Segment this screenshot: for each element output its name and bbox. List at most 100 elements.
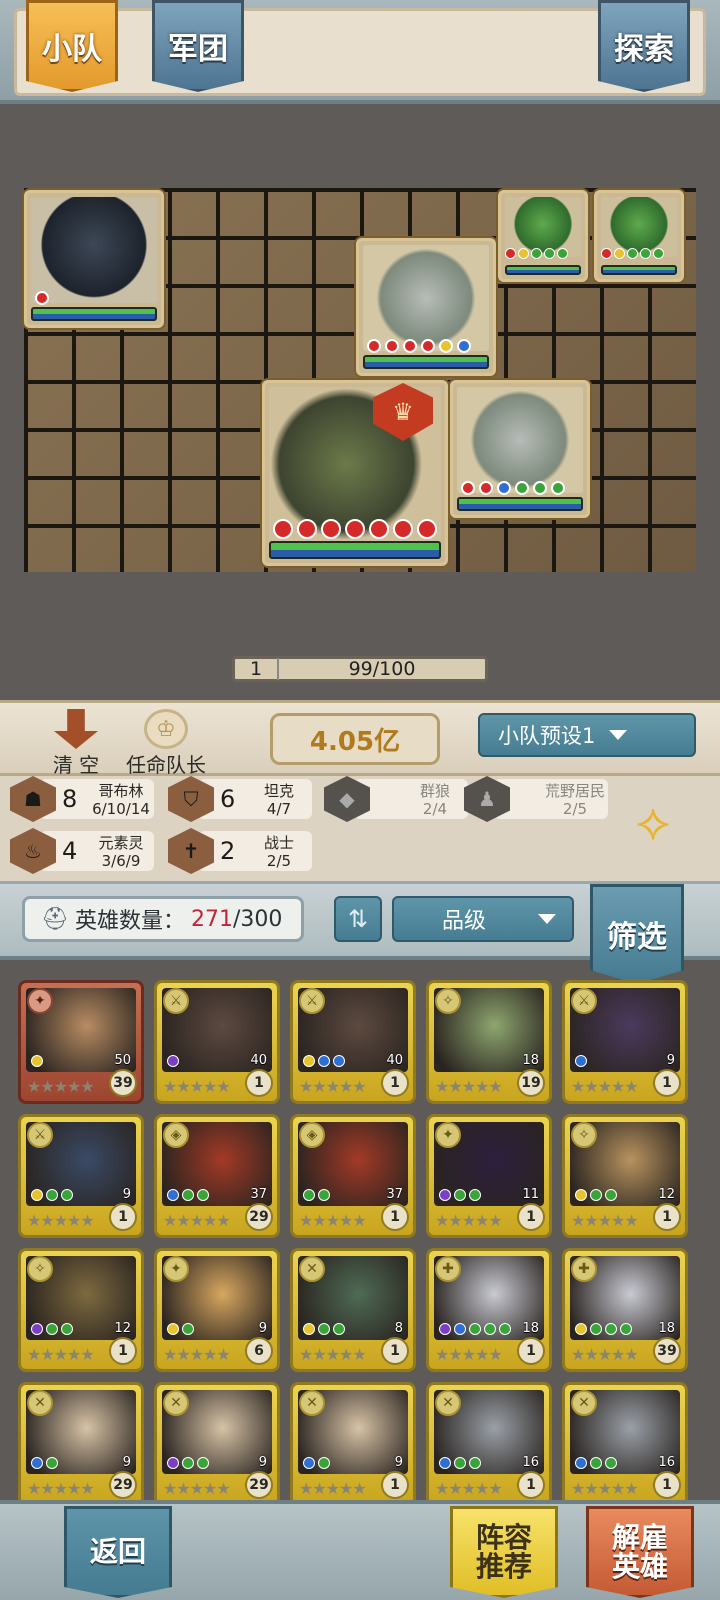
element-dot — [439, 1189, 451, 1201]
hero-card[interactable]: ⚔ 40 ★★★★★ 1 — [154, 980, 280, 1104]
hero-card[interactable]: ✕ 9 ★★★★★ 1 — [290, 1382, 416, 1506]
synergy-goblin[interactable]: ☗ 8 哥布林 6/10/14 — [10, 776, 156, 822]
grade-sort-dropdown[interactable]: 品级 — [392, 896, 574, 942]
element-dot — [439, 1323, 451, 1335]
element-dot — [167, 1055, 179, 1067]
tab-squad[interactable]: 小队 — [26, 0, 118, 92]
star-rating-icon: ★★★★★ — [435, 1211, 503, 1230]
hero-class-icon: ✕ — [299, 1256, 325, 1282]
element-dot — [31, 1457, 43, 1469]
hero-level-badge: 29 — [245, 1471, 273, 1499]
tab-explore[interactable]: 探索 — [598, 0, 690, 92]
hero-cost: 18 — [522, 1321, 539, 1336]
hero-class-icon: ⚔ — [27, 1122, 53, 1148]
synergy-name: 元素灵 — [98, 834, 144, 852]
arrow-down-icon — [54, 709, 98, 749]
hero-card[interactable]: ✧ 12 ★★★★★ 1 — [562, 1114, 688, 1238]
star-rating-icon: ★★★★★ — [435, 1479, 503, 1498]
synergy-tank[interactable]: ⛉ 6 坦克 4/7 — [168, 776, 314, 822]
hero-class-icon: ✧ — [435, 988, 461, 1014]
element-dot — [590, 1189, 602, 1201]
hero-element-dots — [439, 1189, 481, 1201]
hero-card[interactable]: ✕ 9 ★★★★★ 29 — [154, 1382, 280, 1506]
star-rating-icon: ★★★★★ — [435, 1077, 503, 1096]
element-dot — [303, 1323, 315, 1335]
element-dot — [46, 1189, 58, 1201]
squad-preset-dropdown[interactable]: 小队预设1 — [478, 713, 696, 757]
synergy-wolfpack[interactable]: ◆ 群狼 2/4 — [324, 776, 470, 822]
element-dot — [197, 1189, 209, 1201]
hero-card[interactable]: ⚔ 40 ★★★★★ 1 — [290, 980, 416, 1104]
star-rating-icon: ★★★★★ — [27, 1479, 95, 1498]
star-rating-icon: ★★★★★ — [571, 1479, 639, 1498]
grade-label: 品级 — [442, 909, 487, 934]
element-dot — [575, 1189, 587, 1201]
hero-level-badge: 1 — [381, 1471, 409, 1499]
hero-element-dots — [439, 1323, 511, 1335]
star-rating-icon: ★★★★★ — [27, 1345, 95, 1364]
hero-class-icon: ✕ — [163, 1390, 189, 1416]
hero-card[interactable]: ✕ 16 ★★★★★ 1 — [426, 1382, 552, 1506]
element-dot — [303, 1457, 315, 1469]
hero-level-badge: 1 — [381, 1203, 409, 1231]
element-dot — [167, 1457, 179, 1469]
board-unit-goblin-2[interactable] — [594, 190, 684, 282]
board-unit-golem-2[interactable] — [450, 380, 590, 518]
board-unit-golem-1[interactable] — [356, 238, 496, 376]
star-rating-icon: ★★★★★ — [571, 1345, 639, 1364]
board-unit-leader-titan[interactable]: ♛ — [262, 380, 448, 566]
element-dot — [469, 1457, 481, 1469]
hero-card[interactable]: ✧ 12 ★★★★★ 1 — [18, 1248, 144, 1372]
squad-power-value: 4.05亿 — [270, 713, 440, 765]
hero-card[interactable]: ⚔ 9 ★★★★★ 1 — [562, 980, 688, 1104]
back-button[interactable]: 返回 — [64, 1506, 172, 1598]
synergy-expand-emblem-icon[interactable]: ⟡ — [618, 790, 688, 854]
element-dot — [31, 1189, 43, 1201]
hero-card[interactable]: ✦ 11 ★★★★★ 1 — [426, 1114, 552, 1238]
hero-card[interactable]: ✚ 18 ★★★★★ 1 — [426, 1248, 552, 1372]
element-dot — [167, 1189, 179, 1201]
hero-card[interactable]: ✧ 18 ★★★★★ 19 — [426, 980, 552, 1104]
clear-button[interactable]: 清 空 — [36, 709, 116, 778]
hero-card[interactable]: ✦ 9 ★★★★★ 6 — [154, 1248, 280, 1372]
hero-cost: 37 — [386, 1187, 403, 1202]
hero-card[interactable]: ◈ 37 ★★★★★ 1 — [290, 1114, 416, 1238]
hero-cost: 37 — [250, 1187, 267, 1202]
hero-cost: 18 — [522, 1053, 539, 1068]
hero-element-dots — [303, 1055, 345, 1067]
filter-button[interactable]: 筛选 — [590, 884, 684, 984]
element-dot — [575, 1457, 587, 1469]
hero-level-badge: 1 — [653, 1203, 681, 1231]
board-unit-goblin-1[interactable] — [498, 190, 588, 282]
hero-card[interactable]: ✦ 50 ★★★★★ 39 — [18, 980, 144, 1104]
synergy-wild-folk[interactable]: ♟ 荒野居民 2/5 — [464, 776, 610, 822]
hero-cost: 12 — [114, 1321, 131, 1336]
element-dot — [31, 1323, 43, 1335]
element-dot — [469, 1323, 481, 1335]
appoint-leader-button[interactable]: ♔ 任命队长 — [114, 709, 218, 778]
element-dot — [31, 1055, 43, 1067]
board-unit-wolf[interactable] — [24, 190, 164, 328]
synergy-panel[interactable]: ☗ 8 哥布林 6/10/14 ⛉ 6 坦克 4/7 ◆ 群狼 2/4 ♟ 荒野… — [0, 776, 720, 884]
hero-class-icon: ◈ — [299, 1122, 325, 1148]
hero-class-icon: ✚ — [571, 1256, 597, 1282]
synergy-elemental[interactable]: ♨ 4 元素灵 3/6/9 — [10, 828, 156, 874]
tab-legion[interactable]: 军团 — [152, 0, 244, 92]
hero-level-badge: 1 — [653, 1069, 681, 1097]
element-dot — [182, 1457, 194, 1469]
hero-element-dots — [439, 1457, 481, 1469]
hero-card[interactable]: ✚ 18 ★★★★★ 39 — [562, 1248, 688, 1372]
hero-card[interactable]: ✕ 9 ★★★★★ 29 — [18, 1382, 144, 1506]
hero-card[interactable]: ◈ 37 ★★★★★ 29 — [154, 1114, 280, 1238]
hero-card[interactable]: ⚔ 9 ★★★★★ 1 — [18, 1114, 144, 1238]
synergy-warrior[interactable]: ✝ 2 战士 2/5 — [168, 828, 314, 874]
hero-card[interactable]: ✕ 16 ★★★★★ 1 — [562, 1382, 688, 1506]
hero-card[interactable]: ✕ 8 ★★★★★ 1 — [290, 1248, 416, 1372]
lineup-recommend-button[interactable]: 阵容推荐 — [450, 1506, 558, 1598]
sort-order-button[interactable]: ⇅ — [334, 896, 382, 942]
unit-element-dots — [367, 339, 471, 353]
element-dot — [333, 1323, 345, 1335]
hero-cost: 9 — [258, 1321, 267, 1336]
unit-element-dots — [35, 291, 49, 305]
dismiss-hero-button[interactable]: 解雇英雄 — [586, 1506, 694, 1598]
